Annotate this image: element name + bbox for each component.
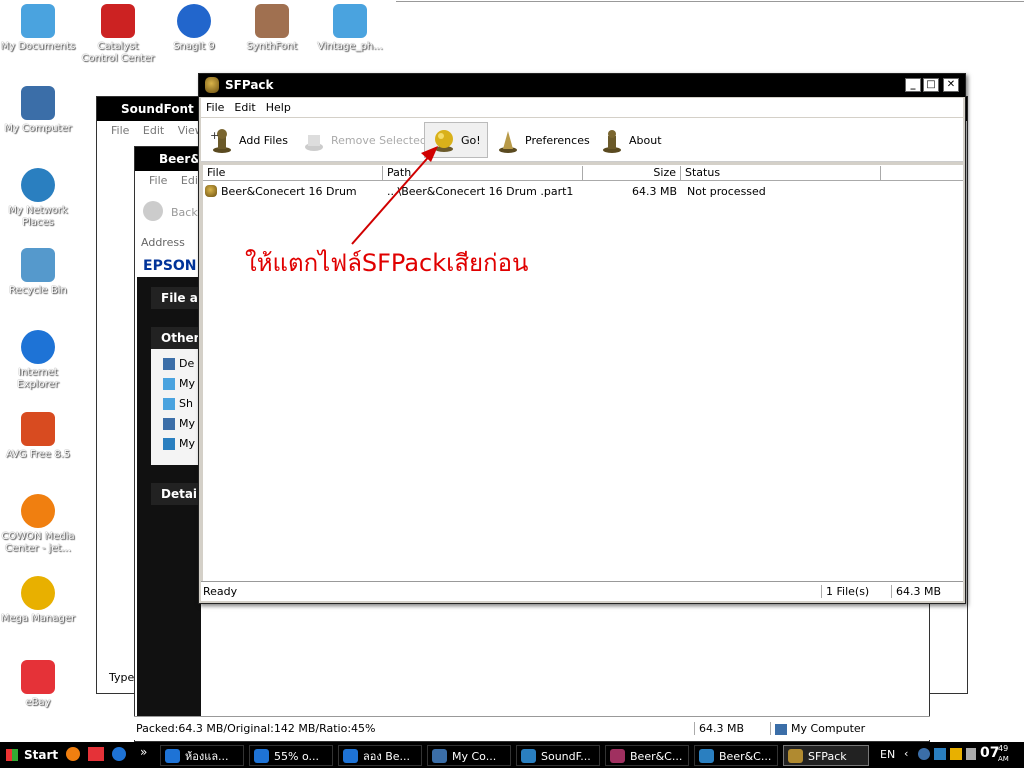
task-button[interactable]: ห้องแล... [160, 745, 244, 766]
ie-icon [254, 749, 269, 763]
windows-flag-icon [6, 749, 18, 761]
tray-network-icon[interactable] [934, 748, 946, 760]
explorer-location: My Computer [770, 722, 865, 735]
task-button[interactable]: 55% o... [249, 745, 333, 766]
quicklaunch-firefox-icon[interactable] [66, 747, 80, 761]
quicklaunch-more-icon[interactable]: » [140, 745, 147, 759]
system-tray: EN ‹ 07 49 AM [872, 744, 1022, 766]
annotation-text: ให้แตกไฟล์SFPackเสียก่อน [245, 249, 529, 277]
start-button[interactable]: Start [2, 744, 58, 766]
sfpack-icon [788, 749, 803, 763]
quicklaunch-ie-icon[interactable] [112, 747, 126, 761]
desktop: My Documents Catalyst Control Center Sna… [0, 0, 1024, 742]
folder-icon [699, 749, 714, 763]
computer-icon [432, 749, 447, 763]
archive-icon [610, 749, 625, 763]
computer-icon [775, 723, 787, 735]
task-button[interactable]: Beer&C... [694, 745, 778, 766]
tray-warning-icon[interactable] [950, 748, 962, 760]
taskbar: Start » ห้องแล... 55% o... ลอง Be... My … [0, 742, 1024, 768]
quicklaunch-ebay-icon[interactable] [88, 747, 104, 761]
ie-icon [165, 749, 180, 763]
packed-ratio: Packed:64.3 MB/Original:142 MB/Ratio:45% [136, 722, 376, 735]
clock-hour[interactable]: 07 [980, 745, 999, 761]
task-button[interactable]: Beer&C... [605, 745, 689, 766]
task-button[interactable]: ลอง Be... [338, 745, 422, 766]
annotation-arrow [351, 146, 438, 245]
task-button[interactable]: SoundF... [516, 745, 600, 766]
task-button[interactable]: My Co... [427, 745, 511, 766]
folder-icon [521, 749, 536, 763]
explorer-statusbar: Packed:64.3 MB/Original:142 MB/Ratio:45%… [134, 716, 930, 740]
tray-expand-icon[interactable]: ‹ [904, 747, 908, 760]
tray-help-icon[interactable] [918, 748, 930, 760]
language-indicator[interactable]: EN [880, 748, 895, 761]
ie-icon [343, 749, 358, 763]
clock-ampm: AM [998, 755, 1009, 763]
task-button-sfpack[interactable]: SFPack [783, 745, 869, 766]
tray-volume-icon[interactable] [966, 748, 976, 760]
explorer-size: 64.3 MB [694, 722, 744, 735]
clock-minute: 49 [998, 744, 1009, 753]
